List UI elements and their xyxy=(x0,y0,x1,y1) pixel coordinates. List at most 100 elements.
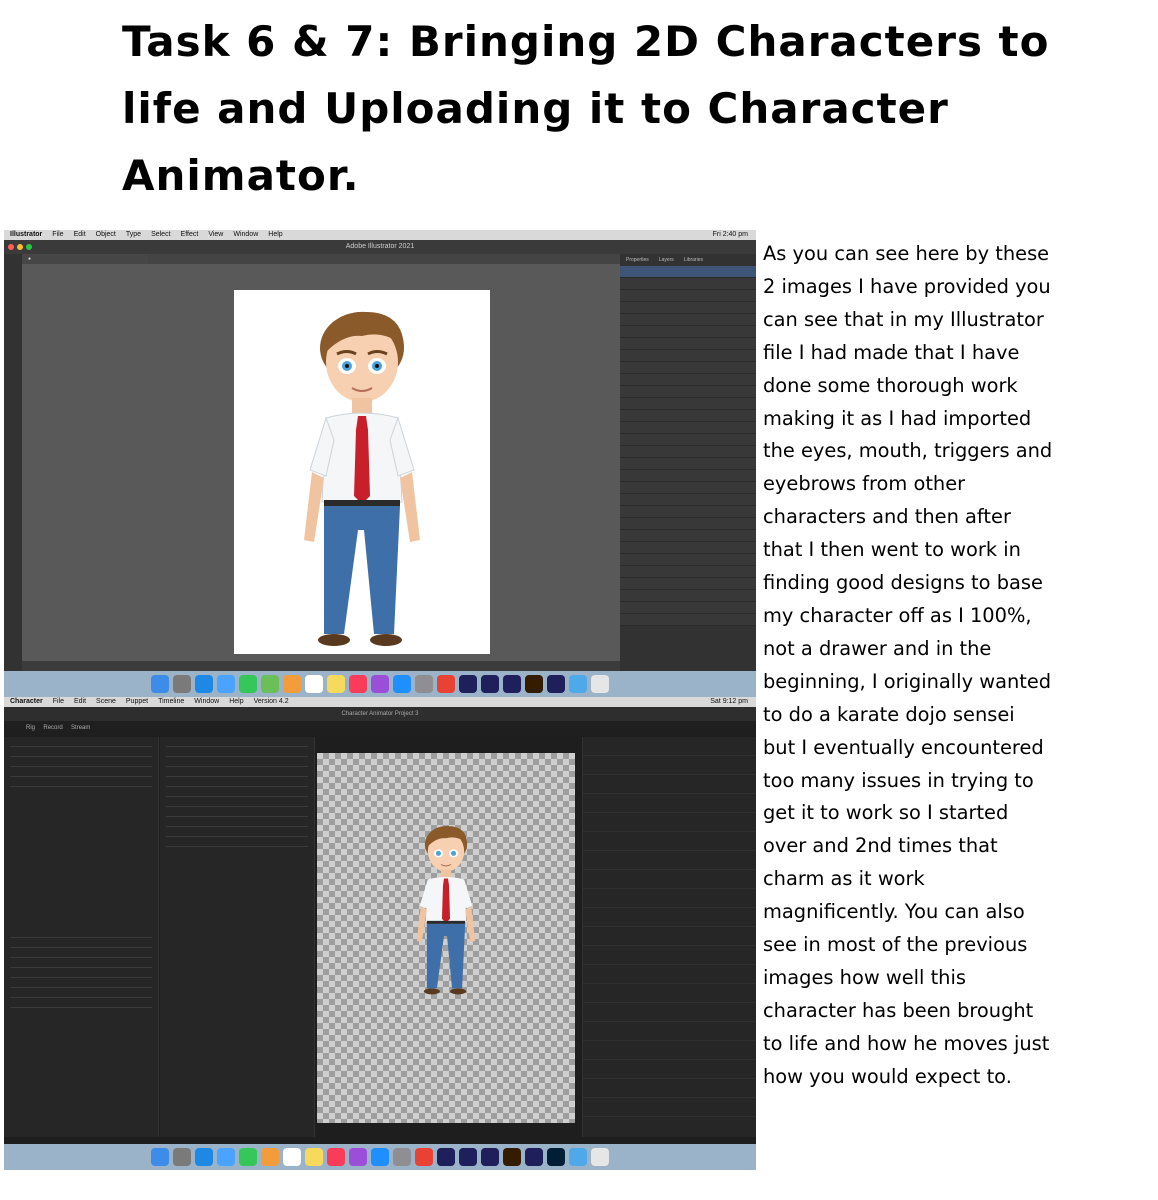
animate-icon[interactable] xyxy=(481,1148,499,1166)
settings-icon[interactable] xyxy=(415,675,433,693)
layer-row[interactable] xyxy=(620,434,756,446)
premiere-icon[interactable] xyxy=(459,1148,477,1166)
safari-icon[interactable] xyxy=(195,675,213,693)
layer-row[interactable] xyxy=(620,590,756,602)
window-title: Adobe Illustrator 2021 xyxy=(345,243,415,250)
appstore-icon[interactable] xyxy=(371,1148,389,1166)
premiere-icon[interactable] xyxy=(481,675,499,693)
tools-panel xyxy=(4,254,22,671)
menu-help: Help xyxy=(229,698,244,705)
layer-row[interactable] xyxy=(620,542,756,554)
layer-row[interactable] xyxy=(620,422,756,434)
layer-row[interactable] xyxy=(620,446,756,458)
layer-row[interactable] xyxy=(620,578,756,590)
layer-row[interactable] xyxy=(620,470,756,482)
podcasts-icon[interactable] xyxy=(371,675,389,693)
notes-icon[interactable] xyxy=(305,1148,323,1166)
menu-file: File xyxy=(52,698,64,705)
layer-row[interactable] xyxy=(620,398,756,410)
layer-row[interactable] xyxy=(620,338,756,350)
chrome-icon[interactable] xyxy=(415,1148,433,1166)
illustrator-icon[interactable] xyxy=(503,1148,521,1166)
tab-layers[interactable]: Layers xyxy=(659,254,674,266)
mail-icon[interactable] xyxy=(217,675,235,693)
layer-row[interactable] xyxy=(620,266,756,278)
photos-icon[interactable] xyxy=(261,1148,279,1166)
layer-row[interactable] xyxy=(620,602,756,614)
layer-row[interactable] xyxy=(620,386,756,398)
layer-row[interactable] xyxy=(620,278,756,290)
layer-row[interactable] xyxy=(620,614,756,626)
layer-row[interactable] xyxy=(620,482,756,494)
window-titlebar: Character Animator Project 3 xyxy=(4,707,756,721)
trash-icon[interactable] xyxy=(591,1148,609,1166)
appstore-icon[interactable] xyxy=(393,675,411,693)
menu-window: Window xyxy=(233,231,259,238)
calendar-icon[interactable] xyxy=(305,675,323,693)
menu-puppet: Puppet xyxy=(125,698,149,705)
music-icon[interactable] xyxy=(349,675,367,693)
layer-row[interactable] xyxy=(620,350,756,362)
scene-canvas[interactable] xyxy=(317,753,575,1123)
maps-icon[interactable] xyxy=(261,675,279,693)
illustrator-icon[interactable] xyxy=(525,675,543,693)
layer-row[interactable] xyxy=(620,302,756,314)
downloads-icon[interactable] xyxy=(569,675,587,693)
tab-record[interactable]: Record xyxy=(43,725,62,731)
layer-row[interactable] xyxy=(620,362,756,374)
downloads-icon[interactable] xyxy=(569,1148,587,1166)
layer-row[interactable] xyxy=(620,554,756,566)
chrome-icon[interactable] xyxy=(437,675,455,693)
layer-row[interactable] xyxy=(620,326,756,338)
music-icon[interactable] xyxy=(327,1148,345,1166)
menu-object: Object xyxy=(95,231,116,238)
layer-row[interactable] xyxy=(620,290,756,302)
after-effects-icon[interactable] xyxy=(437,1148,455,1166)
launchpad-icon[interactable] xyxy=(173,675,191,693)
layer-row[interactable] xyxy=(620,566,756,578)
layer-row[interactable] xyxy=(620,458,756,470)
trash-icon[interactable] xyxy=(591,675,609,693)
layer-row[interactable] xyxy=(620,530,756,542)
calendar-icon[interactable] xyxy=(283,1148,301,1166)
tab-rig[interactable]: Rig xyxy=(26,725,35,731)
finder-icon[interactable] xyxy=(151,1148,169,1166)
animate-icon[interactable] xyxy=(503,675,521,693)
messages-icon[interactable] xyxy=(239,1148,257,1166)
properties-panel xyxy=(582,737,756,1137)
window-titlebar: Adobe Illustrator 2021 xyxy=(4,240,756,254)
project-panel xyxy=(4,737,159,1137)
tab-properties[interactable]: Properties xyxy=(626,254,649,266)
layer-row[interactable] xyxy=(620,410,756,422)
character-animator-icon[interactable] xyxy=(547,675,565,693)
settings-icon[interactable] xyxy=(393,1148,411,1166)
mail-icon[interactable] xyxy=(217,1148,235,1166)
safari-icon[interactable] xyxy=(195,1148,213,1166)
character-illustration xyxy=(304,311,420,646)
layer-row[interactable] xyxy=(620,506,756,518)
menu-version: Version 4.2 xyxy=(253,698,289,705)
mode-tabs: Rig Record Stream xyxy=(4,721,756,735)
tab-libraries[interactable]: Libraries xyxy=(684,254,703,266)
macos-dock xyxy=(4,1144,756,1170)
photos-icon[interactable] xyxy=(283,675,301,693)
podcasts-icon[interactable] xyxy=(349,1148,367,1166)
tab-stream[interactable]: Stream xyxy=(71,725,90,731)
character-animator-icon[interactable] xyxy=(525,1148,543,1166)
macos-menubar: Illustrator File Edit Object Type Select… xyxy=(4,230,756,240)
layer-row[interactable] xyxy=(620,494,756,506)
layer-row[interactable] xyxy=(620,314,756,326)
notes-icon[interactable] xyxy=(327,675,345,693)
photoshop-icon[interactable] xyxy=(547,1148,565,1166)
layer-row[interactable] xyxy=(620,374,756,386)
artboard xyxy=(234,290,490,654)
document-tab: ● xyxy=(22,254,148,264)
messages-icon[interactable] xyxy=(239,675,257,693)
layer-row[interactable] xyxy=(620,518,756,530)
menu-help: Help xyxy=(268,231,283,238)
after-effects-icon[interactable] xyxy=(459,675,477,693)
finder-icon[interactable] xyxy=(151,675,169,693)
menu-file: File xyxy=(52,231,64,238)
launchpad-icon[interactable] xyxy=(173,1148,191,1166)
menu-edit: Edit xyxy=(73,231,86,238)
